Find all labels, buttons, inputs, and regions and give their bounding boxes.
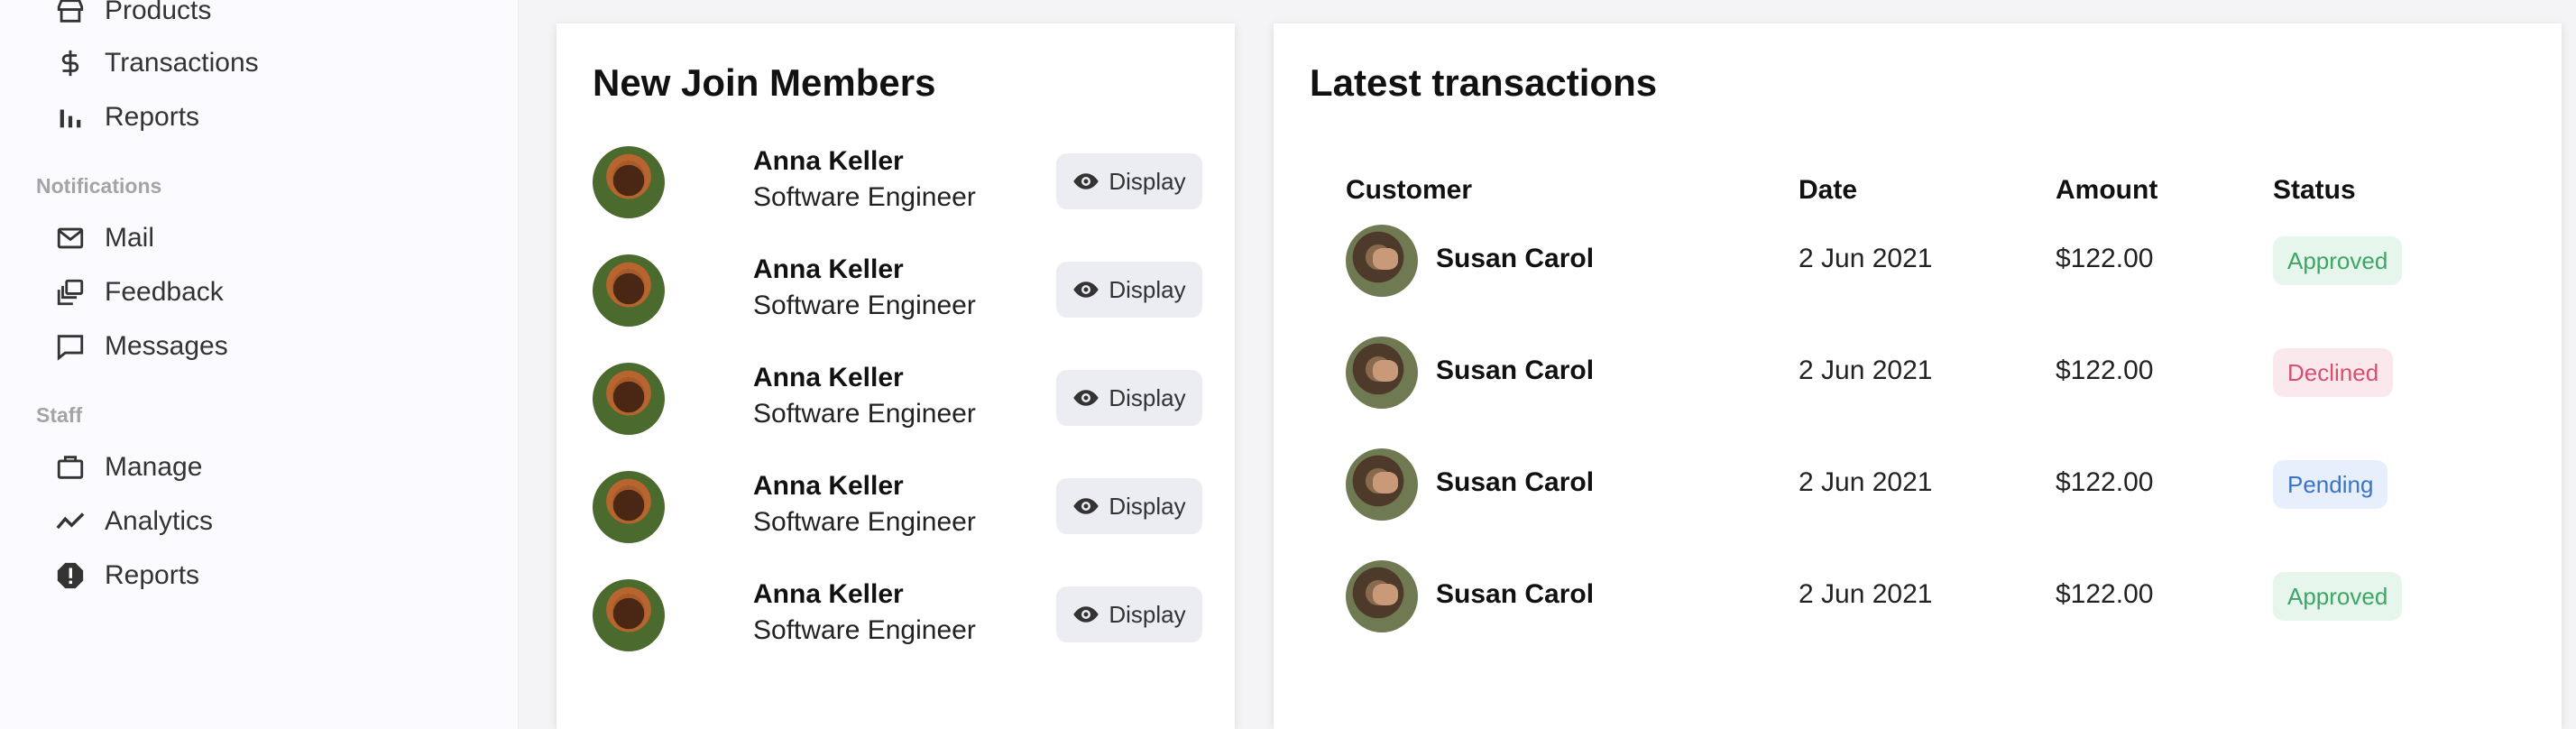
sidebar-item-label: Analytics [105, 506, 214, 536]
status-badge: Declined [2273, 348, 2394, 397]
member-name: Anna Keller [753, 363, 904, 392]
avatar [593, 254, 665, 327]
sidebar-item-analytics[interactable]: Analytics [54, 496, 213, 547]
customer-name: Susan Carol [1436, 467, 1595, 497]
mail-icon [54, 222, 87, 254]
eye-icon [1073, 281, 1099, 298]
member-row: Anna Keller Software Engineer Display [593, 253, 1202, 328]
dollar-icon [54, 47, 87, 79]
status-badge: Pending [2273, 460, 2388, 509]
transaction-date: 2 Jun 2021 [1799, 244, 1933, 273]
display-button-label: Display [1109, 600, 1186, 628]
bar-chart-icon [54, 101, 87, 134]
display-button[interactable]: Display [1056, 153, 1202, 209]
sidebar-item-feedback[interactable]: Feedback [54, 267, 224, 318]
avatar [593, 471, 665, 543]
eye-icon [1073, 173, 1099, 189]
table-row[interactable]: Susan Carol 2 Jun 2021 $122.00 Pending [1274, 444, 2562, 525]
column-header-date[interactable]: Date [1799, 175, 1857, 206]
customer-name: Susan Carol [1436, 244, 1595, 273]
member-row: Anna Keller Software Engineer Display [593, 361, 1202, 437]
display-button[interactable]: Display [1056, 262, 1202, 318]
store-icon [54, 0, 87, 27]
briefcase-icon [54, 451, 87, 484]
avatar [593, 146, 665, 218]
sidebar-item-label: Reports [105, 102, 200, 132]
avatar [593, 579, 665, 651]
column-header-status[interactable]: Status [2273, 175, 2356, 206]
new-members-card: New Join Members Anna Keller Software En… [557, 23, 1235, 729]
table-row[interactable]: Susan Carol 2 Jun 2021 $122.00 Declined [1274, 332, 2562, 413]
eye-icon [1073, 390, 1099, 406]
display-button-label: Display [1109, 167, 1186, 195]
table-row[interactable]: Susan Carol 2 Jun 2021 $122.00 Approved [1274, 220, 2562, 301]
column-header-customer[interactable]: Customer [1346, 175, 1472, 206]
card-title: New Join Members [593, 61, 936, 104]
avatar [1346, 337, 1418, 409]
transaction-amount: $122.00 [2056, 355, 2154, 385]
transaction-date: 2 Jun 2021 [1799, 467, 1933, 497]
member-name: Anna Keller [753, 471, 904, 501]
card-title: Latest transactions [1310, 61, 1658, 104]
sidebar-item-label: Mail [105, 223, 155, 253]
feedback-icon [54, 276, 87, 309]
display-button-label: Display [1109, 383, 1186, 411]
member-row: Anna Keller Software Engineer Display [593, 469, 1202, 545]
status-badge: Approved [2273, 572, 2403, 621]
avatar [593, 363, 665, 435]
sidebar-item-reports-staff[interactable]: Reports [54, 550, 199, 601]
customer-name: Susan Carol [1436, 579, 1595, 609]
display-button-label: Display [1109, 492, 1186, 520]
eye-icon [1073, 606, 1099, 623]
alert-icon [54, 559, 87, 592]
sidebar-item-label: Manage [105, 452, 203, 482]
sidebar-item-label: Reports [105, 560, 200, 590]
member-role: Software Engineer [753, 291, 976, 320]
transaction-amount: $122.00 [2056, 579, 2154, 609]
trend-icon [54, 505, 87, 538]
status-badge: Approved [2273, 236, 2403, 285]
message-icon [54, 330, 87, 363]
display-button[interactable]: Display [1056, 478, 1202, 534]
sidebar-item-manage[interactable]: Manage [54, 442, 202, 493]
display-button[interactable]: Display [1056, 586, 1202, 642]
section-title-notifications: Notifications [36, 174, 162, 198]
customer-name: Susan Carol [1436, 355, 1595, 385]
latest-transactions-card: Latest transactions Customer Date Amount… [1274, 23, 2562, 729]
member-role: Software Engineer [753, 399, 976, 429]
sidebar-item-label: Transactions [105, 48, 259, 78]
sidebar-item-mail[interactable]: Mail [54, 213, 154, 263]
display-button[interactable]: Display [1056, 370, 1202, 426]
table-row[interactable]: Susan Carol 2 Jun 2021 $122.00 Approved [1274, 556, 2562, 637]
member-name: Anna Keller [753, 146, 904, 176]
member-role: Software Engineer [753, 615, 976, 645]
member-role: Software Engineer [753, 507, 976, 537]
display-button-label: Display [1109, 275, 1186, 303]
transaction-date: 2 Jun 2021 [1799, 579, 1933, 609]
member-role: Software Engineer [753, 182, 976, 212]
avatar [1346, 448, 1418, 521]
transaction-date: 2 Jun 2021 [1799, 355, 1933, 385]
transaction-amount: $122.00 [2056, 244, 2154, 273]
member-row: Anna Keller Software Engineer Display [593, 144, 1202, 220]
sidebar-item-label: Messages [105, 331, 228, 361]
avatar [1346, 560, 1418, 632]
avatar [1346, 225, 1418, 297]
member-row: Anna Keller Software Engineer Display [593, 577, 1202, 653]
member-name: Anna Keller [753, 254, 904, 284]
sidebar-item-label: Feedback [105, 277, 224, 307]
sidebar-item-label: Products [105, 0, 212, 25]
member-name: Anna Keller [753, 579, 904, 609]
sidebar-item-products[interactable]: Products [54, 0, 211, 36]
eye-icon [1073, 498, 1099, 514]
sidebar-item-messages[interactable]: Messages [54, 321, 228, 372]
sidebar-item-transactions[interactable]: Transactions [54, 38, 259, 88]
column-header-amount[interactable]: Amount [2056, 175, 2157, 206]
sidebar-item-reports[interactable]: Reports [54, 92, 199, 143]
sidebar: Products Transactions Reports Notificati… [0, 0, 519, 729]
transaction-amount: $122.00 [2056, 467, 2154, 497]
section-title-staff: Staff [36, 403, 83, 427]
